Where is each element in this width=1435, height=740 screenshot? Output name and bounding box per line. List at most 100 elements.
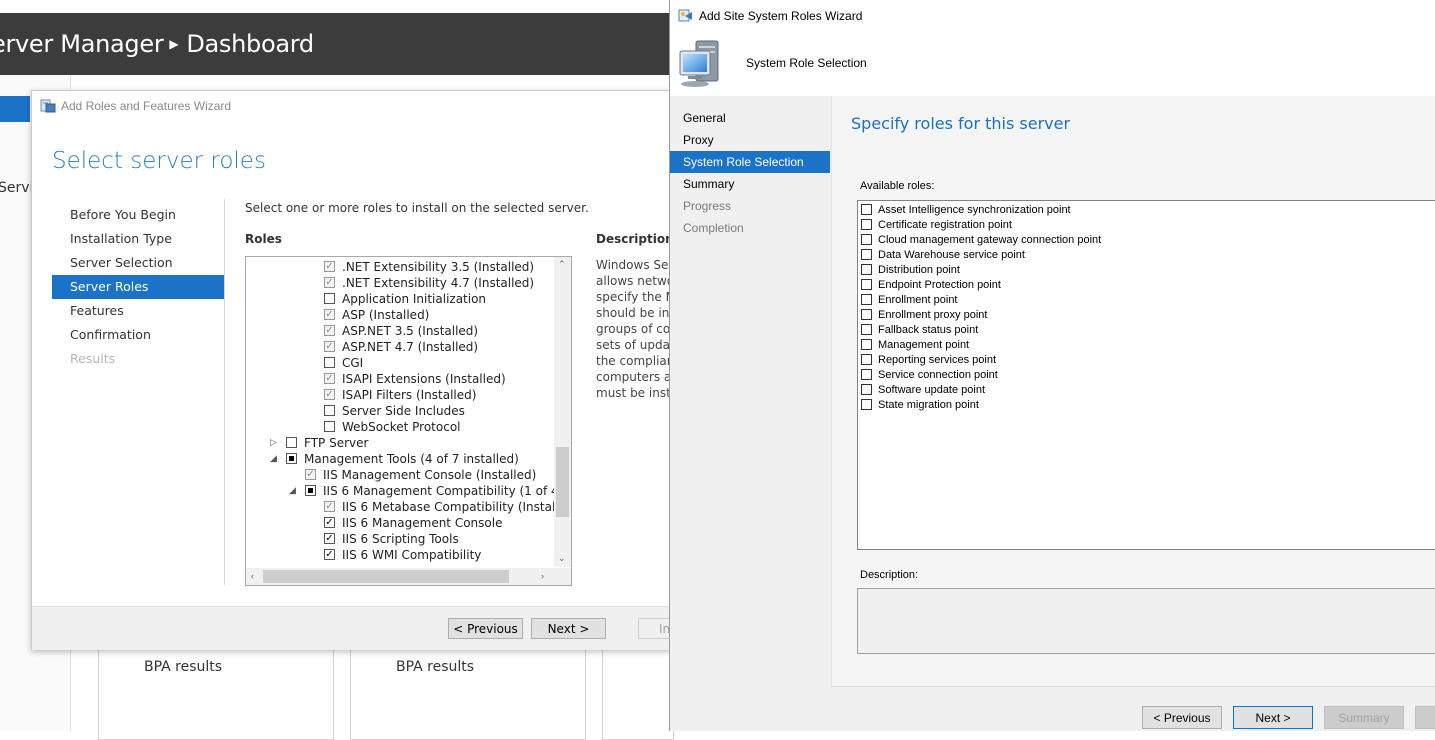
previous-button[interactable]: < Previous	[448, 618, 523, 639]
tree-item[interactable]: ◢ IIS 6 Management Compatibility (1 of 4 …	[246, 483, 571, 499]
window-title: Add Roles and Features Wizard	[61, 99, 232, 113]
tree-item[interactable]: ✓ ISAPI Extensions (Installed)	[246, 371, 556, 387]
description-box	[857, 588, 1435, 654]
nav-summary[interactable]: Summary	[670, 173, 830, 195]
scroll-up-icon[interactable]: ⌃	[558, 259, 566, 270]
role-checkbox[interactable]	[861, 279, 872, 290]
role-checkbox[interactable]: ✓	[324, 517, 335, 528]
instruction-text: Select one or more roles to install on t…	[245, 201, 589, 215]
role-checkbox[interactable]	[861, 219, 872, 230]
collapse-arrow-icon[interactable]: ◢	[289, 483, 296, 499]
role-checkbox[interactable]: ✓	[324, 533, 335, 544]
collapse-arrow-icon[interactable]: ◢	[270, 451, 277, 467]
role-checkbox[interactable]	[861, 309, 872, 320]
scroll-thumb[interactable]	[263, 570, 509, 583]
role-checkbox[interactable]	[286, 453, 297, 464]
vertical-scrollbar[interactable]: ⌃ ⌄	[554, 257, 571, 567]
role-label: Reporting services point	[878, 354, 997, 366]
scroll-down-icon[interactable]: ⌄	[558, 553, 566, 564]
roles-label: Roles	[245, 232, 282, 246]
nav-features[interactable]: Features	[52, 299, 224, 323]
tree-item[interactable]: ✓ IIS 6 Scripting Tools	[246, 531, 556, 547]
roles-tree[interactable]: ✓ .NET Extensibility 3.5 (Installed) ✓ .NET…	[245, 256, 572, 586]
role-checkbox: ✓	[324, 341, 335, 352]
role-checkbox[interactable]	[861, 234, 872, 245]
tree-item-label: .NET Extensibility 3.5 (Installed)	[342, 260, 535, 274]
role-checkbox[interactable]	[286, 437, 297, 448]
role-label: Data Warehouse service point	[878, 249, 1025, 261]
tree-item[interactable]: ▷ FTP Server	[246, 435, 556, 451]
nav-system-role-selection[interactable]: System Role Selection	[670, 151, 830, 173]
role-checkbox[interactable]	[861, 204, 872, 215]
scroll-thumb[interactable]	[556, 447, 569, 517]
tree-item[interactable]: Application Initialization	[246, 291, 556, 307]
previous-button[interactable]: < Previous	[1142, 706, 1222, 729]
nav-proxy[interactable]: Proxy	[670, 129, 830, 151]
sidebar-selected-item[interactable]	[0, 96, 30, 122]
nav-installation-type[interactable]: Installation Type	[52, 227, 224, 251]
tree-item[interactable]: ✓ IIS 6 Management Console	[246, 515, 556, 531]
nav-confirmation[interactable]: Confirmation	[52, 323, 224, 347]
bpa-results-label[interactable]: BPA results	[396, 659, 474, 675]
tree-item[interactable]: ✓ ASP (Installed)	[246, 307, 556, 323]
role-checkbox[interactable]	[861, 339, 872, 350]
nav-progress: Progress	[683, 199, 732, 213]
role-checkbox: ✓	[324, 389, 335, 400]
tree-item[interactable]: ✓ IIS Management Console (Installed)	[246, 467, 556, 483]
tree-item[interactable]: Server Side Includes	[246, 403, 556, 419]
role-checkbox[interactable]	[861, 369, 872, 380]
role-checkbox[interactable]	[324, 357, 335, 368]
tree-item-label: IIS 6 Management Compatibility (1 of 4 i…	[323, 484, 571, 498]
role-checkbox[interactable]	[861, 354, 872, 365]
bpa-results-label[interactable]: BPA results	[144, 659, 222, 675]
available-roles-list[interactable]: Asset Intelligence synchronization point…	[857, 200, 1435, 550]
tree-item[interactable]: ✓ ASP.NET 3.5 (Installed)	[246, 323, 556, 339]
tree-item-label: IIS 6 Management Console	[342, 516, 503, 530]
wizard-nav: Before You Begin Installation Type Serve…	[52, 203, 224, 371]
nav-general[interactable]: General	[670, 107, 830, 129]
role-checkbox[interactable]: ✓	[324, 549, 335, 560]
role-checkbox[interactable]	[861, 294, 872, 305]
role-checkbox[interactable]	[861, 249, 872, 260]
role-checkbox[interactable]	[305, 485, 316, 496]
role-checkbox[interactable]	[861, 384, 872, 395]
expand-arrow-icon[interactable]: ▷	[270, 435, 277, 451]
role-checkbox[interactable]	[861, 399, 872, 410]
role-checkbox[interactable]	[861, 324, 872, 335]
bpa-tile: BPA results	[98, 649, 334, 740]
scroll-left-icon[interactable]: ‹	[251, 571, 254, 581]
nav-server-selection[interactable]: Server Selection	[52, 251, 224, 275]
role-checkbox[interactable]	[324, 405, 335, 416]
tree-item[interactable]: ✓ ISAPI Filters (Installed)	[246, 387, 556, 403]
tree-item[interactable]: ✓ .NET Extensibility 3.5 (Installed)	[246, 259, 556, 275]
role-label: Certificate registration point	[878, 219, 1012, 231]
wizard-footer: < Previous Next > In	[32, 606, 678, 650]
description-line: sets of update	[596, 338, 671, 352]
tree-item[interactable]: ✓ .NET Extensibility 4.7 (Installed)	[246, 275, 556, 291]
horizontal-scrollbar[interactable]: ‹ ›	[246, 568, 571, 585]
nav-server-roles[interactable]: Server Roles	[52, 275, 224, 299]
description-line: should be inst	[596, 306, 671, 320]
role-label: Cloud management gateway connection poin…	[878, 234, 1102, 246]
window-titlebar[interactable]: Add Roles and Features Wizard	[32, 91, 671, 121]
tree-item[interactable]: WebSocket Protocol	[246, 419, 556, 435]
tree-item[interactable]: ◢ Management Tools (4 of 7 installed)	[246, 451, 556, 467]
role-checkbox[interactable]	[324, 421, 335, 432]
tree-item[interactable]: ✓ ASP.NET 4.7 (Installed)	[246, 339, 556, 355]
next-button[interactable]: Next >	[531, 618, 606, 639]
scroll-right-icon[interactable]: ›	[541, 571, 544, 581]
role-label: Enrollment proxy point	[878, 309, 988, 321]
cancel-button	[1415, 706, 1435, 729]
tree-item[interactable]: ✓ IIS 6 Metabase Compatibility (Installed…	[246, 499, 571, 515]
tree-item[interactable]: ✓ IIS 6 WMI Compatibility	[246, 547, 556, 563]
tree-item-label: Management Tools (4 of 7 installed)	[304, 452, 519, 466]
nav-before-you-begin[interactable]: Before You Begin	[52, 203, 224, 227]
role-checkbox[interactable]	[324, 293, 335, 304]
tree-item[interactable]: CGI	[246, 355, 556, 371]
tree-item-label: CGI	[342, 356, 364, 370]
wizard-app-icon	[40, 99, 56, 113]
role-checkbox[interactable]	[861, 264, 872, 275]
window-titlebar[interactable]: Add Site System Roles Wizard	[670, 0, 1435, 31]
description-line: allows networ	[596, 274, 671, 288]
next-button[interactable]: Next >	[1233, 706, 1313, 729]
